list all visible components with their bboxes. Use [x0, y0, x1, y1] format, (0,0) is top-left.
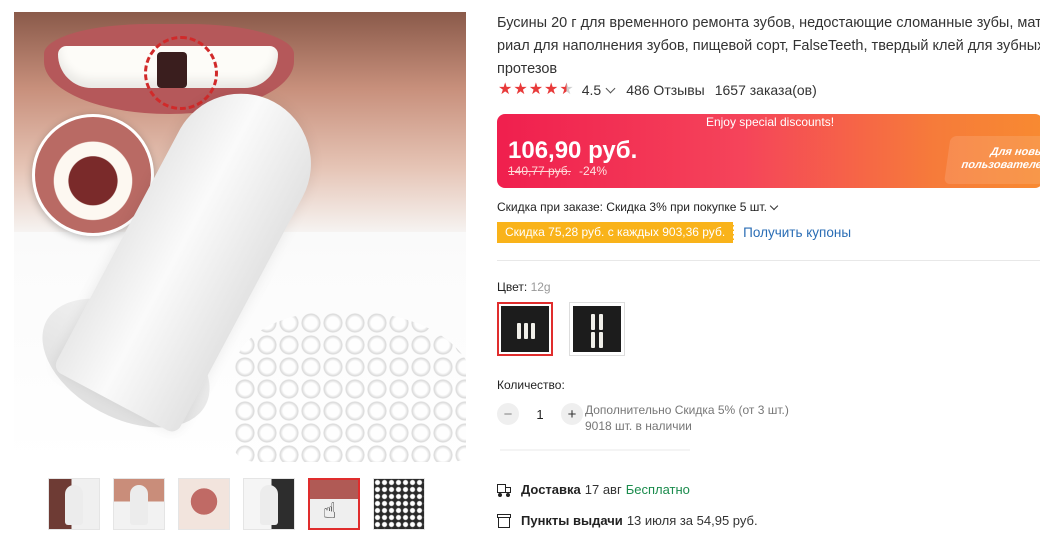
- new-user-text: Для новых пользователей: [938, 146, 1040, 172]
- swatch-option-2[interactable]: [569, 302, 625, 356]
- discount-percent: -24%: [579, 164, 608, 178]
- get-coupons-link[interactable]: Получить купоны: [743, 225, 851, 240]
- title-line-3: протезов: [497, 61, 558, 77]
- discount-banner-text: Enjoy special discounts!: [705, 115, 835, 129]
- chevron-down-icon[interactable]: [605, 83, 616, 93]
- color-label: Цвет: 12g: [497, 280, 551, 294]
- decrease-button[interactable]: −: [497, 403, 519, 425]
- increase-button[interactable]: +: [561, 403, 583, 425]
- pickup-label: Пункты выдачи: [521, 513, 623, 528]
- rating-value[interactable]: 4.5: [582, 82, 601, 98]
- new-user-badge: Для новых пользователей: [923, 136, 1040, 188]
- tube-mini: [130, 485, 148, 525]
- hand-cursor-icon: ☝: [323, 498, 337, 523]
- promo-line-2: пользователей: [960, 159, 1040, 171]
- main-product-image[interactable]: [14, 12, 466, 464]
- star-icon: ★: [528, 81, 544, 98]
- truck-icon: [497, 483, 511, 497]
- chevron-down-icon: [769, 201, 779, 210]
- star-rating: ★ ★ ★ ★ ★: [498, 82, 574, 98]
- title-line-2: риал для наполнения зубов, пищевой сорт,…: [497, 38, 1040, 54]
- order-discount-text: Скидка при заказе: Скидка 3% при покупке…: [497, 200, 767, 214]
- swatch-image: [501, 306, 549, 352]
- pickup-row: Пункты выдачи 13 июля за 54,95 руб.: [497, 513, 762, 528]
- thumbnail-2[interactable]: [113, 478, 165, 530]
- order-discount[interactable]: Скидка при заказе: Скидка 3% при покупке…: [497, 200, 779, 214]
- tube-mini: [260, 485, 278, 525]
- promo-line-1: Для новых: [989, 146, 1040, 158]
- star-icon: ★: [513, 81, 528, 98]
- rating-row: ★ ★ ★ ★ ★ 4.5 486 Отзывы 1657 заказа(ов): [498, 82, 817, 99]
- quantity-stepper: − 1 +: [497, 403, 583, 425]
- half-star-icon: ★: [559, 81, 574, 98]
- divider: [497, 260, 1040, 261]
- quantity-value[interactable]: 1: [519, 407, 561, 422]
- thumbnail-6[interactable]: [373, 478, 425, 530]
- coupon-row: Скидка 75,28 руб. с каждых 903,36 руб. П…: [497, 222, 851, 243]
- quantity-label: Количество:: [497, 378, 565, 392]
- thumbnail-5[interactable]: ☝: [308, 478, 360, 530]
- pickup-box-icon: [497, 513, 511, 528]
- stock-text: 9018 шт. в наличии: [585, 419, 692, 433]
- faint-divider: [500, 449, 690, 451]
- thumbnail-4[interactable]: [243, 478, 295, 530]
- star-icon: ★: [544, 81, 559, 98]
- current-price: 106,90 руб.: [508, 137, 638, 164]
- thumbnail-1[interactable]: [48, 478, 100, 530]
- coupon-tag: Скидка 75,28 руб. с каждых 903,36 руб.: [497, 222, 735, 243]
- delivery-row: Доставка 17 авг Бесплатно: [497, 482, 690, 497]
- thumbnail-strip: ☝: [48, 478, 425, 530]
- swatch-image: [573, 306, 621, 352]
- delivery-label: Доставка: [521, 482, 581, 497]
- highlight-circle: [144, 36, 218, 110]
- pickup-details: 13 июля за 54,95 руб.: [626, 513, 758, 528]
- title-line-1: Бусины 20 г для временного ремонта зубов…: [497, 15, 1040, 31]
- star-icon: ★: [498, 81, 513, 98]
- beads-pile: [234, 312, 466, 462]
- color-label-text: Цвет:: [497, 280, 528, 294]
- extra-discount-text: Дополнительно Скидка 5% (от 3 шт.): [585, 403, 789, 417]
- thumbnail-3[interactable]: [178, 478, 230, 530]
- old-price: 140,77 руб.: [508, 164, 571, 178]
- color-value: 12g: [530, 280, 551, 294]
- swatch-12g[interactable]: [497, 302, 553, 356]
- reviews-count[interactable]: 486 Отзывы: [626, 82, 705, 98]
- color-swatches: [497, 302, 625, 356]
- tube-mini: [65, 485, 83, 525]
- delivery-date: 17 авг: [584, 482, 622, 497]
- orders-count: 1657 заказа(ов): [714, 82, 817, 98]
- product-title: Бусины 20 г для временного ремонта зубов…: [497, 12, 1040, 81]
- delivery-cost: Бесплатно: [625, 482, 690, 497]
- price-banner: Enjoy special discounts! 106,90 руб. 140…: [497, 114, 1040, 188]
- quantity-info: Дополнительно Скидка 5% (от 3 шт.) 9018 …: [585, 402, 789, 434]
